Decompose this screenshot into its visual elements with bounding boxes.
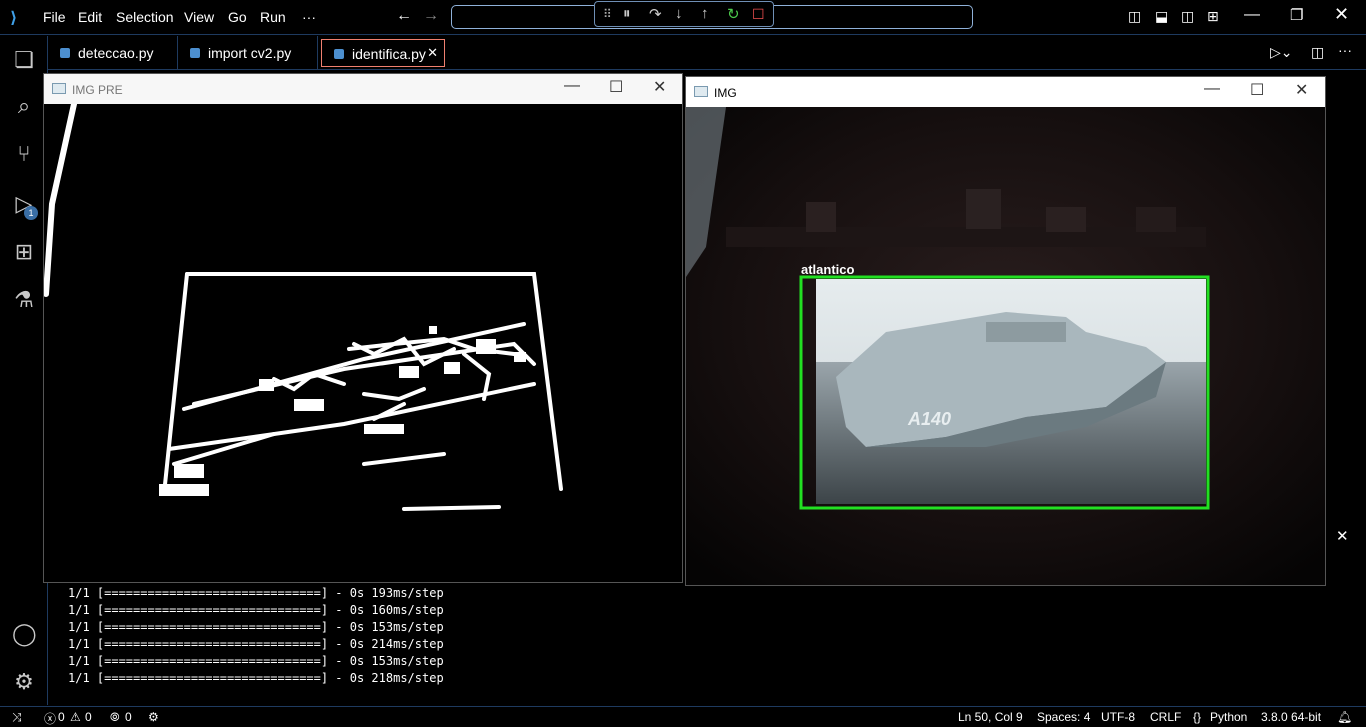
img-titlebar[interactable]: IMG — ☐ ✕ xyxy=(686,77,1325,107)
python-interpreter[interactable]: 3.8.0 64-bit xyxy=(1261,710,1321,724)
tab-import-cv2[interactable]: import cv2.py xyxy=(178,36,318,70)
indentation[interactable]: Spaces: 4 xyxy=(1037,710,1090,724)
forward-arrow-icon[interactable]: → xyxy=(423,7,439,25)
terminal-line: 1/1 [==============================] - 0… xyxy=(68,603,444,617)
terminal-panel[interactable]: 1/1 [==============================] - 0… xyxy=(48,585,1358,705)
errors-count[interactable]: 0 xyxy=(58,710,65,724)
step-over-icon[interactable]: ↷ xyxy=(649,5,662,23)
toggle-secondary-sidebar-icon[interactable]: ◫ xyxy=(1181,8,1194,25)
terminal-line: 1/1 [==============================] - 0… xyxy=(68,586,444,600)
pause-icon[interactable]: ⏸ xyxy=(623,5,631,22)
vscode-logo-icon: ⟩ xyxy=(10,10,18,27)
language-mode[interactable]: Python xyxy=(1210,710,1247,724)
debug-badge: 1 xyxy=(24,206,38,220)
tab-label: identifica.py xyxy=(352,46,426,62)
warnings-count[interactable]: 0 xyxy=(85,710,92,724)
debug-icon[interactable]: ⚙ xyxy=(148,710,159,724)
customize-layout-icon[interactable]: ⊞ xyxy=(1207,8,1219,25)
notifications-bell-icon[interactable]: 🔔︎ xyxy=(1337,710,1352,724)
restore-icon[interactable]: ❐ xyxy=(1290,6,1303,24)
close-tab-icon[interactable]: ✕ xyxy=(427,45,438,61)
toggle-panel-icon[interactable]: ⬓ xyxy=(1155,8,1168,25)
explorer-icon[interactable]: ❏ xyxy=(12,48,36,72)
accounts-icon[interactable]: ◯ xyxy=(12,622,37,646)
debug-toolbar: ⠿ ⏸ ↷ ↓ ↑ ↻ ☐ xyxy=(594,1,774,27)
back-arrow-icon[interactable]: ← xyxy=(396,7,412,25)
minimize-icon[interactable]: — xyxy=(1204,80,1220,98)
encoding[interactable]: UTF-8 xyxy=(1101,710,1135,724)
minimize-icon[interactable]: — xyxy=(1244,6,1260,24)
tab-identifica[interactable]: identifica.py ✕ xyxy=(321,39,445,67)
window-title: IMG PRE xyxy=(72,83,123,97)
toggle-sidebar-icon[interactable]: ◫ xyxy=(1128,8,1141,25)
tab-label: deteccao.py xyxy=(78,45,154,61)
menu-file[interactable]: File xyxy=(43,9,66,25)
img-window: IMG — ☐ ✕ A140 atlantico xyxy=(685,76,1326,586)
detection-label: atlantico xyxy=(801,262,855,277)
split-editor-icon[interactable]: ◫ xyxy=(1311,44,1324,61)
tab-deteccao[interactable]: deteccao.py xyxy=(48,36,178,70)
activity-bar: ❏ ⌕ ⑂ ▷ 1 ⊞ ⚗ ◯ ⚙ xyxy=(0,36,48,705)
window-app-icon xyxy=(52,83,66,94)
close-panel-icon[interactable]: ✕ xyxy=(1336,527,1349,545)
step-into-icon[interactable]: ↓ xyxy=(675,5,683,22)
ship-hull-number: A140 xyxy=(907,409,951,429)
terminal-line: 1/1 [==============================] - 0… xyxy=(68,671,444,685)
tab-label: import cv2.py xyxy=(208,45,292,61)
close-icon[interactable]: ✕ xyxy=(653,77,666,97)
menu-go[interactable]: Go xyxy=(228,9,247,25)
python-file-icon xyxy=(190,48,200,58)
edge-image xyxy=(44,104,682,582)
run-file-icon[interactable]: ▷⌄ xyxy=(1270,44,1293,61)
close-icon[interactable]: ✕ xyxy=(1295,80,1308,100)
img-pre-titlebar[interactable]: IMG PRE — ☐ ✕ xyxy=(44,74,682,104)
terminal-line: 1/1 [==============================] - 0… xyxy=(68,620,444,634)
more-actions-icon[interactable]: ··· xyxy=(1338,42,1352,58)
step-out-icon[interactable]: ↑ xyxy=(701,5,709,22)
extensions-icon[interactable]: ⊞ xyxy=(12,240,36,264)
cursor-position[interactable]: Ln 50, Col 9 xyxy=(958,710,1023,724)
line-ending[interactable]: CRLF xyxy=(1150,710,1181,724)
editor-tabs: deteccao.py import cv2.py identifica.py … xyxy=(48,36,1366,70)
title-bar: ⟩ File Edit Selection View Go Run ··· ← … xyxy=(0,0,1366,35)
stop-icon[interactable]: ☐ xyxy=(752,6,765,23)
maximize-icon[interactable]: ☐ xyxy=(609,77,623,97)
window-app-icon xyxy=(694,86,708,97)
ports-icon[interactable]: ⦾ xyxy=(110,710,120,725)
menu-selection[interactable]: Selection xyxy=(116,9,174,25)
minimize-icon[interactable]: — xyxy=(564,77,580,95)
restart-icon[interactable]: ↻ xyxy=(727,5,740,23)
warning-icon[interactable]: ⚠ xyxy=(70,710,81,724)
language-mode-icon: {} xyxy=(1193,710,1202,724)
python-file-icon xyxy=(60,48,70,58)
camera-frame: A140 atlantico xyxy=(686,107,1325,585)
testing-icon[interactable]: ⚗ xyxy=(12,288,36,312)
terminal-line: 1/1 [==============================] - 0… xyxy=(68,654,444,668)
menu-run[interactable]: Run xyxy=(260,9,286,25)
status-bar: ⤨ ⓧ 0 ⚠ 0 ⦾ 0 ⚙ Ln 50, Col 9 Spaces: 4 U… xyxy=(0,706,1366,727)
remote-icon[interactable]: ⤨ xyxy=(12,710,22,725)
python-file-icon xyxy=(334,49,344,59)
window-title: IMG xyxy=(714,86,737,100)
terminal-line: 1/1 [==============================] - 0… xyxy=(68,637,444,651)
menu-edit[interactable]: Edit xyxy=(78,9,102,25)
maximize-icon[interactable]: ☐ xyxy=(1250,80,1264,100)
ports-count[interactable]: 0 xyxy=(125,710,132,724)
img-pre-window: IMG PRE — ☐ ✕ xyxy=(43,73,683,583)
drag-handle-icon[interactable]: ⠿ xyxy=(603,7,612,21)
close-window-icon[interactable]: ✕ xyxy=(1334,4,1349,25)
errors-icon[interactable]: ⓧ xyxy=(44,710,56,727)
settings-gear-icon[interactable]: ⚙ xyxy=(12,670,36,694)
search-icon[interactable]: ⌕ xyxy=(12,94,36,118)
menu-view[interactable]: View xyxy=(184,9,214,25)
source-control-icon[interactable]: ⑂ xyxy=(12,142,36,166)
menu-more[interactable]: ··· xyxy=(302,9,316,25)
